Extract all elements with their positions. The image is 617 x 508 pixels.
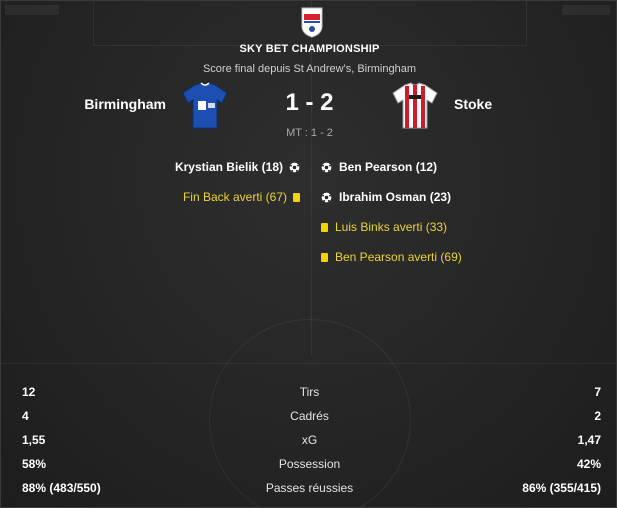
stat-away-value: 2 xyxy=(594,409,601,423)
football-icon xyxy=(321,162,332,172)
event-text: Ben Pearson averti (69) xyxy=(335,250,462,264)
football-icon xyxy=(289,162,300,172)
final-score: 1 - 2 xyxy=(285,89,334,116)
stats-divider xyxy=(1,363,616,364)
stat-label: Cadrés xyxy=(290,409,329,423)
stat-row-possession: 58% Possession 42% xyxy=(1,451,616,475)
half-time-score: MT : 1 - 2 xyxy=(286,127,333,139)
away-event-goal[interactable]: Ibrahim Osman (23) xyxy=(321,190,451,204)
event-text: Luis Binks averti (33) xyxy=(335,220,448,234)
event-text: Ibrahim Osman (23) xyxy=(339,190,452,204)
stat-row-shots: 12 Tirs 7 xyxy=(1,379,616,403)
stat-row-on-target: 4 Cadrés 2 xyxy=(1,403,616,427)
event-text: Krystian Bielik (18) xyxy=(174,160,283,174)
faded-corner-label-left xyxy=(5,5,59,15)
stat-label: Possession xyxy=(278,457,341,471)
competition-title: SKY BET CHAMPIONSHIP xyxy=(239,43,380,55)
stat-label: Tirs xyxy=(299,385,320,399)
stat-row-xg: 1,55 xG 1,47 xyxy=(1,427,616,451)
yellow-card-icon xyxy=(321,222,328,232)
event-text: Fin Back averti (67) xyxy=(182,190,287,204)
match-stats-table: 12 Tirs 7 4 Cadrés 2 1,55 xG 1,47 58% Po… xyxy=(1,379,616,499)
football-icon xyxy=(321,192,332,202)
away-event-yellow-card[interactable]: Luis Binks averti (33) xyxy=(321,220,447,234)
event-text: Ben Pearson (12) xyxy=(339,160,438,174)
away-team-name[interactable]: Stoke xyxy=(454,96,492,112)
away-event-yellow-card[interactable]: Ben Pearson averti (69) xyxy=(321,250,462,264)
home-event-yellow-card[interactable]: Fin Back averti (67) xyxy=(183,190,300,204)
yellow-card-icon xyxy=(321,252,328,262)
away-event-goal[interactable]: Ben Pearson (12) xyxy=(321,160,437,174)
competition-logo-icon xyxy=(301,7,323,38)
stat-away-value: 7 xyxy=(594,385,601,399)
match-summary-panel: SKY BET CHAMPIONSHIP Score final depuis … xyxy=(0,0,617,508)
stat-away-value: 42% xyxy=(576,457,601,471)
home-event-goal[interactable]: Krystian Bielik (18) xyxy=(175,160,300,174)
stat-away-value: 1,47 xyxy=(577,433,601,447)
stat-away-value: 86% (355/415) xyxy=(522,481,601,495)
stat-row-passes: 88% (483/550) Passes réussies 86% (355/4… xyxy=(1,475,616,499)
venue-text: Score final depuis St Andrew's, Birmingh… xyxy=(202,63,417,75)
faded-corner-label-right xyxy=(562,5,610,15)
away-kit-icon xyxy=(392,82,438,129)
yellow-card-icon xyxy=(293,192,300,202)
stat-label: xG xyxy=(301,433,318,447)
